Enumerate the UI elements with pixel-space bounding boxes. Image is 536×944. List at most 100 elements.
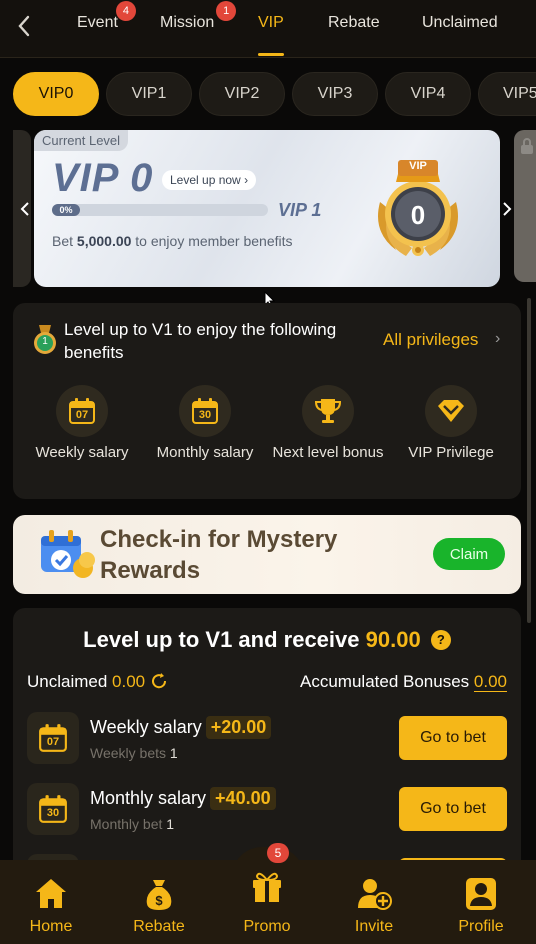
task-progress: Monthly bet 1 <box>90 816 174 832</box>
vip-pill[interactable]: VIP5 <box>478 72 536 116</box>
next-card-peek <box>514 130 536 282</box>
home-icon <box>33 876 69 912</box>
benefit-vip-privilege[interactable]: VIP Privilege <box>390 385 512 463</box>
medal-ribbon-label: VIP <box>409 160 427 172</box>
level-up-now-label: Level up now <box>170 173 241 187</box>
tab-vip[interactable]: VIP <box>258 14 284 32</box>
task-sub-value: 1 <box>169 745 178 761</box>
accumulated-value[interactable]: 0.00 <box>473 672 507 692</box>
back-button[interactable] <box>10 12 38 40</box>
accumulated-label: Accumulated Bonuses <box>300 672 470 691</box>
calendar-icon: 30 <box>179 385 231 437</box>
active-tab-indicator <box>258 53 284 56</box>
vip-pill[interactable]: VIP1 <box>106 72 192 116</box>
progress-fill: 0% <box>52 204 80 216</box>
task-bonus: +40.00 <box>210 787 276 810</box>
vip-pill[interactable]: VIP4 <box>385 72 471 116</box>
checkin-text: Check-in for Mystery Rewards <box>100 526 338 584</box>
level-up-now-button[interactable]: Level up now › <box>162 170 257 190</box>
task-name: Monthly salary +40.00 <box>90 787 276 810</box>
chevron-right-icon <box>503 202 512 216</box>
current-vip-level: VIP 0 <box>52 156 154 200</box>
unclaimed-summary: Unclaimed 0.00 <box>27 672 168 692</box>
checkin-banner[interactable]: Check-in for Mystery Rewards Claim <box>13 515 521 594</box>
scrollbar[interactable] <box>527 298 531 623</box>
task-row-monthly-salary: 30 Monthly salary +40.00 Monthly bet 1 Go… <box>27 781 507 837</box>
benefit-label: Monthly salary <box>156 444 254 461</box>
tab-label: VIP <box>258 14 284 31</box>
carousel-prev-button[interactable] <box>16 198 34 220</box>
calendar-icon: 30 <box>27 783 79 835</box>
current-level-card: Current Level VIP 0 Level up now › 0% VI… <box>34 130 500 287</box>
tab-mission[interactable]: Mission 1 <box>160 1 237 32</box>
refresh-icon[interactable] <box>150 672 168 690</box>
gift-icon <box>249 868 285 904</box>
unclaimed-label: Unclaimed <box>27 672 108 691</box>
benefit-next-level-bonus[interactable]: Next level bonus <box>267 385 389 463</box>
vip-pill[interactable]: VIP0 <box>13 72 99 116</box>
tab-label: Mission <box>160 14 215 31</box>
benefits-heading: Level up to V1 to enjoy the following be… <box>64 320 337 362</box>
chevron-left-icon <box>18 15 30 37</box>
chevron-right-icon: › <box>495 330 501 347</box>
level-badge-icon: 1 <box>29 323 61 355</box>
level-up-rewards-panel: Level up to V1 and receive 90.00 ? Uncla… <box>13 608 521 878</box>
benefit-label: Weekly salary <box>35 444 129 461</box>
bet-amount: 5,000.00 <box>76 233 132 249</box>
bottom-nav: Home $ Rebate Promo Invite Profile <box>0 860 536 944</box>
claim-button[interactable]: Claim <box>433 538 505 570</box>
profile-icon <box>463 876 499 912</box>
nav-invite[interactable]: Invite <box>324 876 424 936</box>
level-up-reward-amount: 90.00 <box>365 627 421 652</box>
task-title: Weekly salary <box>90 717 202 737</box>
nav-label: Home <box>29 918 73 935</box>
nav-label: Invite <box>354 918 394 935</box>
medal-number: 0 <box>410 200 426 230</box>
bet-suffix: to enjoy member benefits <box>135 233 293 249</box>
add-user-icon <box>356 876 392 912</box>
nav-label: Promo <box>243 918 291 935</box>
benefit-label: VIP Privilege <box>408 444 494 461</box>
next-vip-level: VIP 1 <box>278 200 322 220</box>
vip-pill[interactable]: VIP3 <box>292 72 378 116</box>
help-icon[interactable]: ? <box>430 630 451 650</box>
level-progress-bar: 0% <box>52 204 268 216</box>
calendar-icon: 07 <box>27 712 79 764</box>
task-name: Weekly salary +20.00 <box>90 716 272 739</box>
diamond-icon <box>425 385 477 437</box>
nav-profile[interactable]: Profile <box>431 876 531 936</box>
nav-label: Profile <box>458 918 504 935</box>
calendar-day: 07 <box>46 736 60 748</box>
money-bag-icon: $ <box>141 876 177 912</box>
benefit-monthly-salary[interactable]: 30 Monthly salary <box>144 385 266 463</box>
vip-level-selector: VIP0 VIP1 VIP2 VIP3 VIP4 VIP5 <box>0 72 536 118</box>
level-up-title: Level up to V1 and receive 90.00 ? <box>13 627 521 653</box>
level-up-title-text: Level up to V1 and receive <box>83 627 360 652</box>
svg-text:$: $ <box>155 893 163 908</box>
unclaimed-value: 0.00 <box>112 672 146 691</box>
notification-badge: 1 <box>216 1 237 21</box>
carousel-next-button[interactable] <box>498 198 516 220</box>
chevron-left-icon <box>20 202 29 216</box>
trophy-icon <box>302 385 354 437</box>
task-row-weekly-salary: 07 Weekly salary +20.00 Weekly bets 1 Go … <box>27 710 507 766</box>
vip-pill[interactable]: VIP2 <box>199 72 285 116</box>
tab-unclaimed[interactable]: Unclaimed <box>422 14 498 32</box>
tab-label: Unclaimed <box>422 14 498 31</box>
benefit-label: Next level bonus <box>272 444 384 461</box>
tab-event[interactable]: Event 4 <box>77 1 136 32</box>
all-privileges-link[interactable]: All privileges <box>383 330 478 350</box>
nav-label: Rebate <box>133 918 185 935</box>
nav-rebate[interactable]: $ Rebate <box>109 876 209 936</box>
task-title: Monthly salary <box>90 788 207 808</box>
top-nav: Event 4 Mission 1 VIP Rebate Unclaimed <box>0 0 536 58</box>
tab-rebate[interactable]: Rebate <box>328 14 380 32</box>
go-to-bet-button[interactable]: Go to bet <box>399 787 507 831</box>
benefit-weekly-salary[interactable]: 07 Weekly salary <box>21 385 143 463</box>
nav-promo[interactable]: Promo <box>217 868 317 936</box>
benefits-panel: 1 Level up to V1 to enjoy the following … <box>13 303 521 499</box>
go-to-bet-button[interactable]: Go to bet <box>399 716 507 760</box>
nav-home[interactable]: Home <box>1 876 101 936</box>
chevron-right-icon: › <box>244 173 249 187</box>
promo-notification-badge: 5 <box>267 843 289 863</box>
